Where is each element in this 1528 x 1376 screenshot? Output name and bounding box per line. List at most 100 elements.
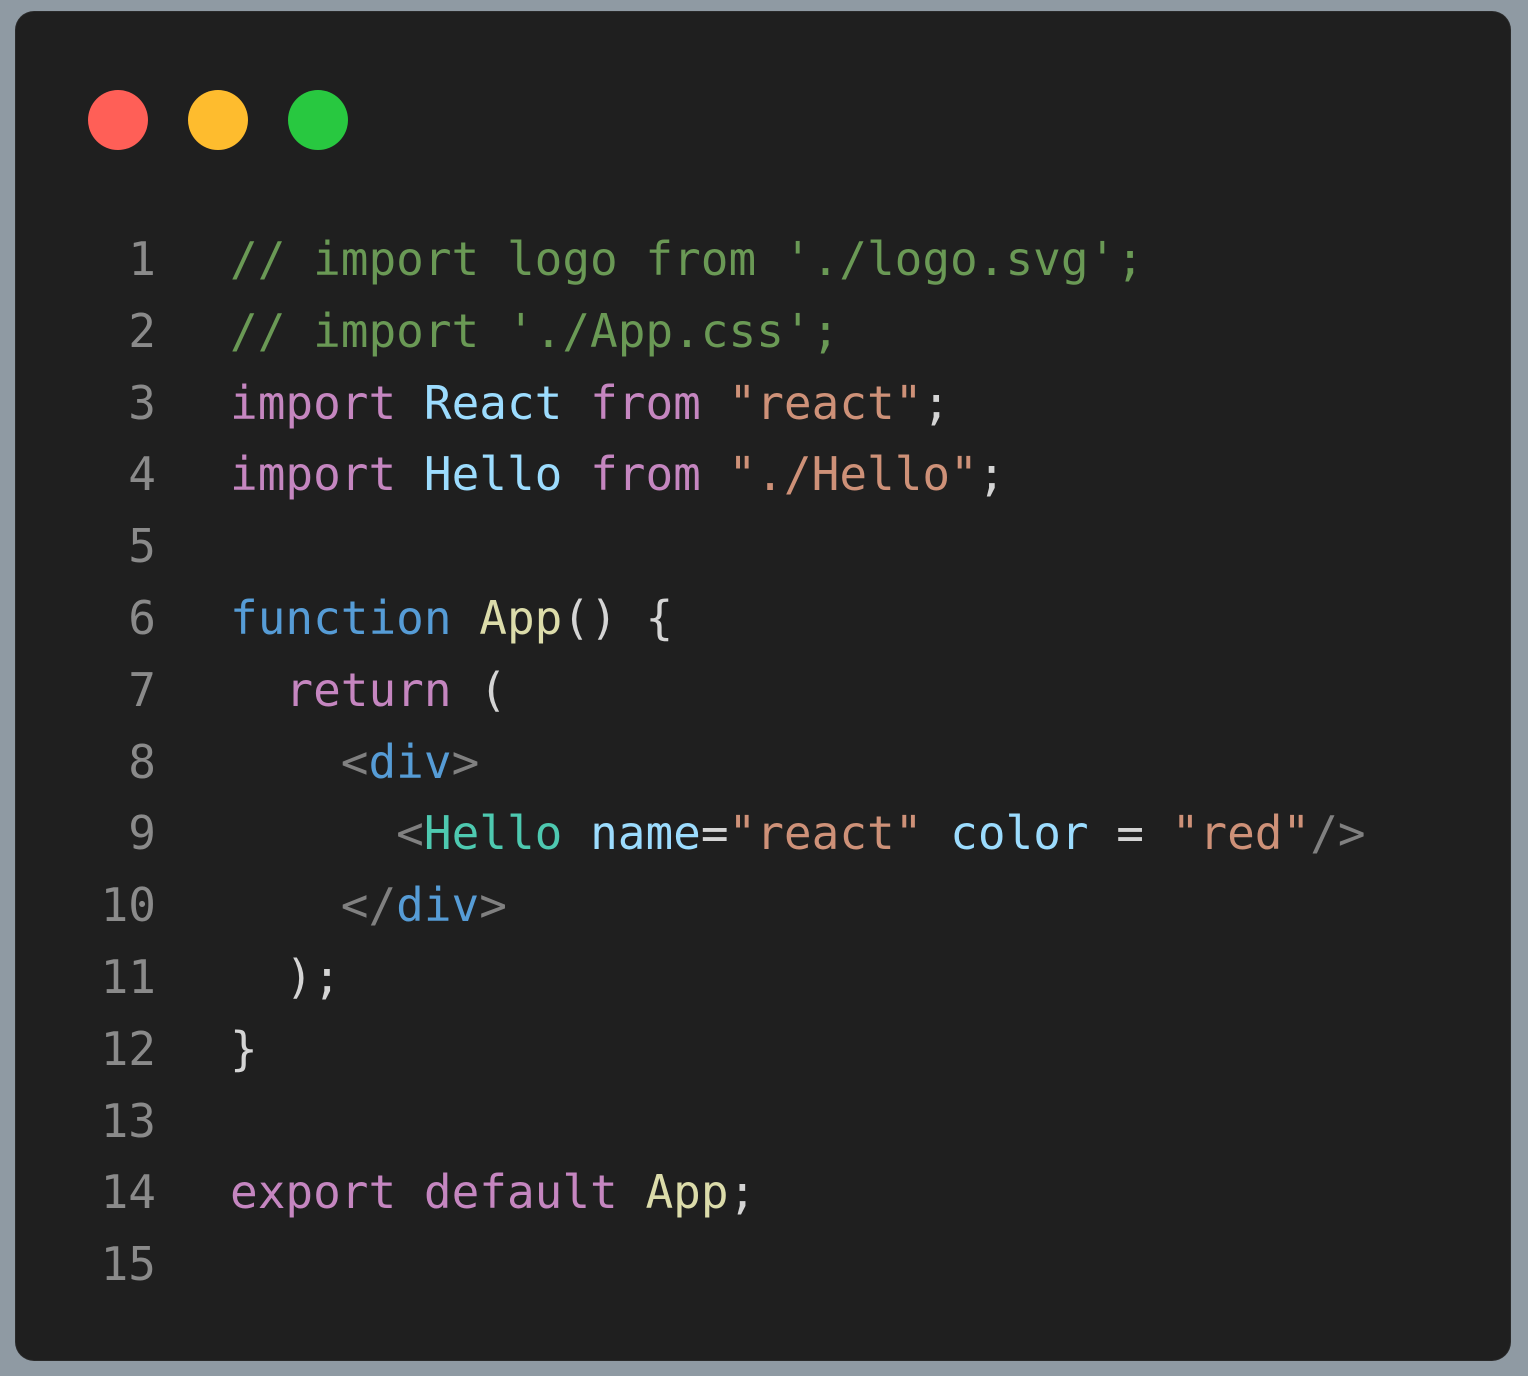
code-token: </ xyxy=(340,878,397,933)
code-token: "./Hello" xyxy=(728,447,978,502)
close-button[interactable] xyxy=(88,90,148,150)
code-token: () { xyxy=(562,590,674,645)
code-token: Hello xyxy=(423,806,563,861)
line-number: 3 xyxy=(128,375,156,430)
code-token: Hello xyxy=(423,447,563,502)
code-token: "react" xyxy=(728,806,923,861)
code-token: < xyxy=(340,734,369,789)
code-line: 13 xyxy=(16,1086,1510,1158)
line-source: } xyxy=(230,1014,258,1086)
line-source: export default App; xyxy=(230,1157,756,1229)
code-line: 4 import Hello from "./Hello"; xyxy=(16,439,1510,511)
line-number: 5 xyxy=(128,519,156,574)
code-token: // import logo from './logo.svg'; xyxy=(230,232,1144,286)
code-token: from xyxy=(590,375,701,430)
code-token: = xyxy=(700,806,729,861)
code-token: // import './App.css'; xyxy=(230,303,840,358)
code-token: "red" xyxy=(1171,806,1311,861)
line-number: 12 xyxy=(100,1021,156,1076)
code-token: /> xyxy=(1310,806,1366,861)
code-token: ); xyxy=(230,949,341,1004)
line-number: 13 xyxy=(100,1093,156,1148)
line-source: // import logo from './logo.svg'; xyxy=(230,224,1144,296)
line-source: return ( xyxy=(230,655,507,727)
code-line: 12} xyxy=(16,1014,1510,1086)
zoom-button[interactable] xyxy=(288,90,348,150)
code-token: ; xyxy=(728,1165,757,1220)
code-token: color xyxy=(950,806,1089,861)
line-number: 1 xyxy=(128,232,156,286)
code-token: name xyxy=(590,806,701,861)
code-line: 6 function App() { xyxy=(16,583,1510,655)
line-source: import React from "react"; xyxy=(230,368,950,440)
code-token: ; xyxy=(977,447,1006,502)
line-number: 7 xyxy=(128,662,156,717)
code-line: 1 // import logo from './logo.svg'; xyxy=(16,224,1510,296)
code-line: 8 <div> xyxy=(16,727,1510,799)
code-line: 15 xyxy=(16,1229,1510,1301)
code-token: export xyxy=(230,1165,397,1220)
code-line: 5 xyxy=(16,511,1510,583)
line-source: import Hello from "./Hello"; xyxy=(230,439,1006,511)
code-line: 14 export default App; xyxy=(16,1157,1510,1229)
line-source: <Hello name="react" color = "red"/> xyxy=(230,798,1366,870)
line-source: ); xyxy=(230,942,341,1014)
code-line: 10 </div> xyxy=(16,870,1510,942)
code-token: import xyxy=(230,375,397,430)
code-token: import xyxy=(230,447,397,502)
code-line: 3 import React from "react"; xyxy=(16,368,1510,440)
code-token: } xyxy=(230,1021,258,1076)
line-number: 10 xyxy=(100,878,156,933)
line-number: 8 xyxy=(128,734,156,789)
code-line: 2 // import './App.css'; xyxy=(16,296,1510,368)
code-token: return xyxy=(285,662,452,717)
code-line: 9 <Hello name="react" color = "red"/> xyxy=(16,798,1510,870)
code-token: > xyxy=(479,878,507,933)
code-window: 1 // import logo from './logo.svg'; 2 // im… xyxy=(16,12,1510,1360)
code-token: div xyxy=(396,878,480,933)
line-number: 11 xyxy=(100,949,156,1004)
line-number: 2 xyxy=(128,303,156,358)
code-token: > xyxy=(451,734,480,789)
code-line: 7 return ( xyxy=(16,655,1510,727)
code-token: function xyxy=(230,590,452,645)
code-token: = xyxy=(1088,806,1172,861)
code-token: React xyxy=(423,375,563,430)
code-token: "react" xyxy=(728,375,923,430)
code-token: from xyxy=(590,447,701,502)
code-token: < xyxy=(396,806,424,861)
minimize-button[interactable] xyxy=(188,90,248,150)
line-number: 15 xyxy=(100,1237,156,1292)
line-number: 14 xyxy=(100,1165,156,1220)
code-token: ( xyxy=(451,662,507,717)
line-source: function App() { xyxy=(230,583,673,655)
line-source: <div> xyxy=(230,727,480,799)
code-token: div xyxy=(368,734,452,789)
line-number: 9 xyxy=(128,806,156,861)
line-source: </div> xyxy=(230,870,507,942)
code-editor[interactable]: 1 // import logo from './logo.svg'; 2 // im… xyxy=(16,224,1510,1301)
line-source: // import './App.css'; xyxy=(230,296,839,368)
line-number: 4 xyxy=(128,447,156,502)
code-token: App xyxy=(479,590,563,645)
code-line: 11 ); xyxy=(16,942,1510,1014)
code-token: default xyxy=(423,1165,618,1220)
code-token: ; xyxy=(922,375,951,430)
line-number: 6 xyxy=(128,590,156,645)
code-token: App xyxy=(645,1165,729,1220)
